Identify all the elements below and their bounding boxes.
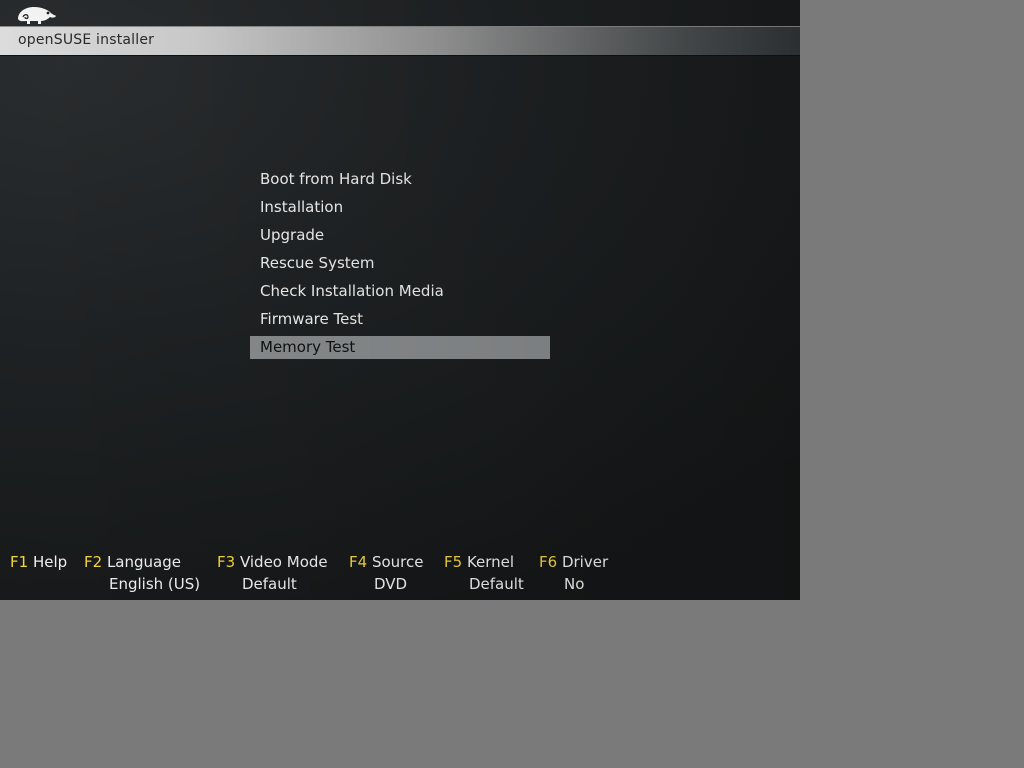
f2-language-key[interactable]: F2 Language English (US): [84, 551, 200, 593]
f6-action-label: Driver: [561, 553, 609, 571]
menu-item-rescue-system[interactable]: Rescue System: [250, 252, 550, 275]
boot-menu: Boot from Hard Disk Installation Upgrade…: [250, 168, 550, 364]
opensuse-chameleon-logo-icon: [18, 7, 56, 24]
f5-key-label: F5: [444, 553, 463, 571]
menu-item-firmware-test[interactable]: Firmware Test: [250, 308, 550, 331]
f4-key-label: F4: [349, 553, 368, 571]
f2-key-label: F2: [84, 553, 103, 571]
f3-video-mode-key[interactable]: F3 Video Mode Default: [217, 551, 328, 593]
f4-source-key[interactable]: F4 Source DVD: [349, 551, 424, 593]
installer-title: openSUSE installer: [18, 32, 155, 48]
f4-action-label: Source: [371, 553, 424, 571]
menu-item-memory-test[interactable]: Memory Test: [250, 336, 550, 359]
f2-action-label: Language: [106, 553, 181, 571]
f3-key-label: F3: [217, 553, 236, 571]
f6-key-label: F6: [539, 553, 558, 571]
source-value: DVD: [374, 575, 408, 593]
kernel-value: Default: [469, 575, 524, 593]
f5-kernel-key[interactable]: F5 Kernel Default: [444, 551, 524, 593]
f1-help-key[interactable]: F1 Help: [10, 551, 67, 573]
menu-item-check-installation-media[interactable]: Check Installation Media: [250, 280, 550, 303]
f3-action-label: Video Mode: [239, 553, 328, 571]
f1-key-label: F1: [10, 553, 29, 571]
title-bar: openSUSE installer: [0, 26, 800, 56]
f6-driver-key[interactable]: F6 Driver No: [539, 551, 609, 593]
video-mode-value: Default: [242, 575, 297, 593]
menu-item-boot-from-hard-disk[interactable]: Boot from Hard Disk: [250, 168, 550, 191]
boot-screen: openSUSE installer Boot from Hard Disk I…: [0, 0, 800, 600]
language-value: English (US): [109, 575, 201, 593]
f1-action-label: Help: [32, 553, 68, 571]
f5-action-label: Kernel: [466, 553, 515, 571]
menu-item-installation[interactable]: Installation: [250, 196, 550, 219]
menu-item-upgrade[interactable]: Upgrade: [250, 224, 550, 247]
driver-value: No: [564, 575, 585, 593]
